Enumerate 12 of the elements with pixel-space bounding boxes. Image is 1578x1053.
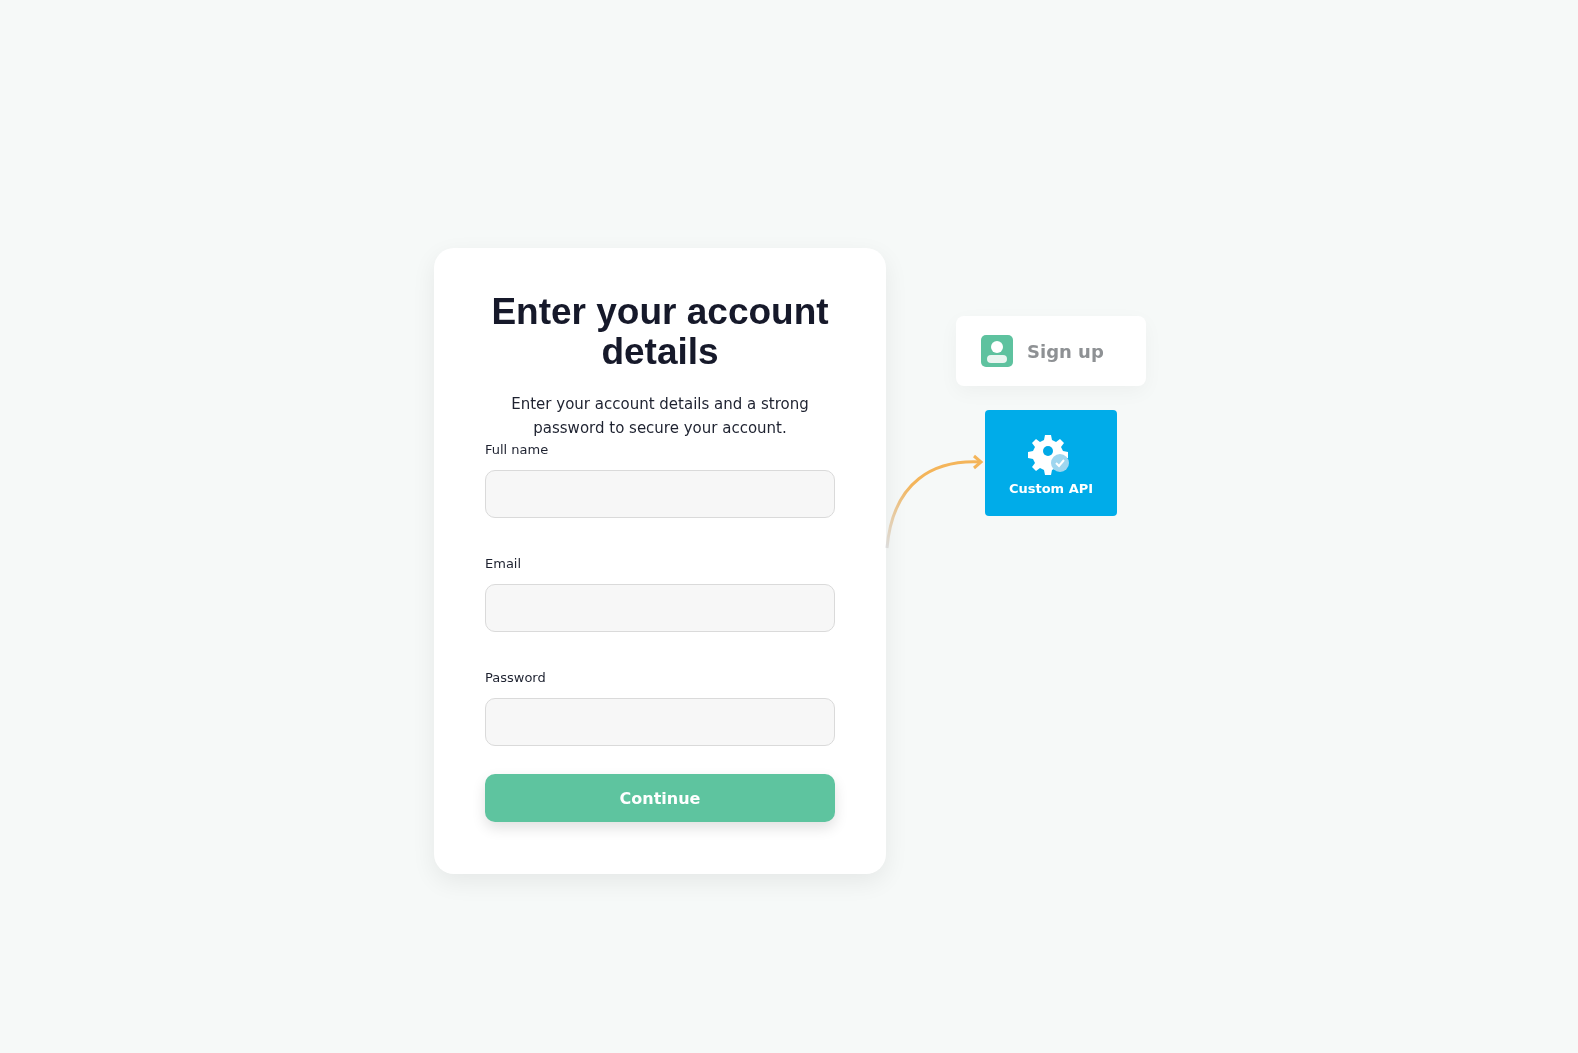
continue-button[interactable]: Continue [485,774,835,822]
input-field[interactable] [485,470,835,518]
user-icon [981,335,1013,367]
step-label: Custom API [1008,480,1094,496]
form-title: Enter your account details [490,292,830,372]
form-subtitle: Enter your account details and a strong password to secure your account. [510,394,810,439]
step-label: Sign up [1027,340,1104,362]
field-label: Full name [485,441,550,459]
field-label: Password [485,669,547,687]
field-label: Email [485,555,523,573]
input-field[interactable] [485,584,835,632]
input-field[interactable] [485,698,835,746]
